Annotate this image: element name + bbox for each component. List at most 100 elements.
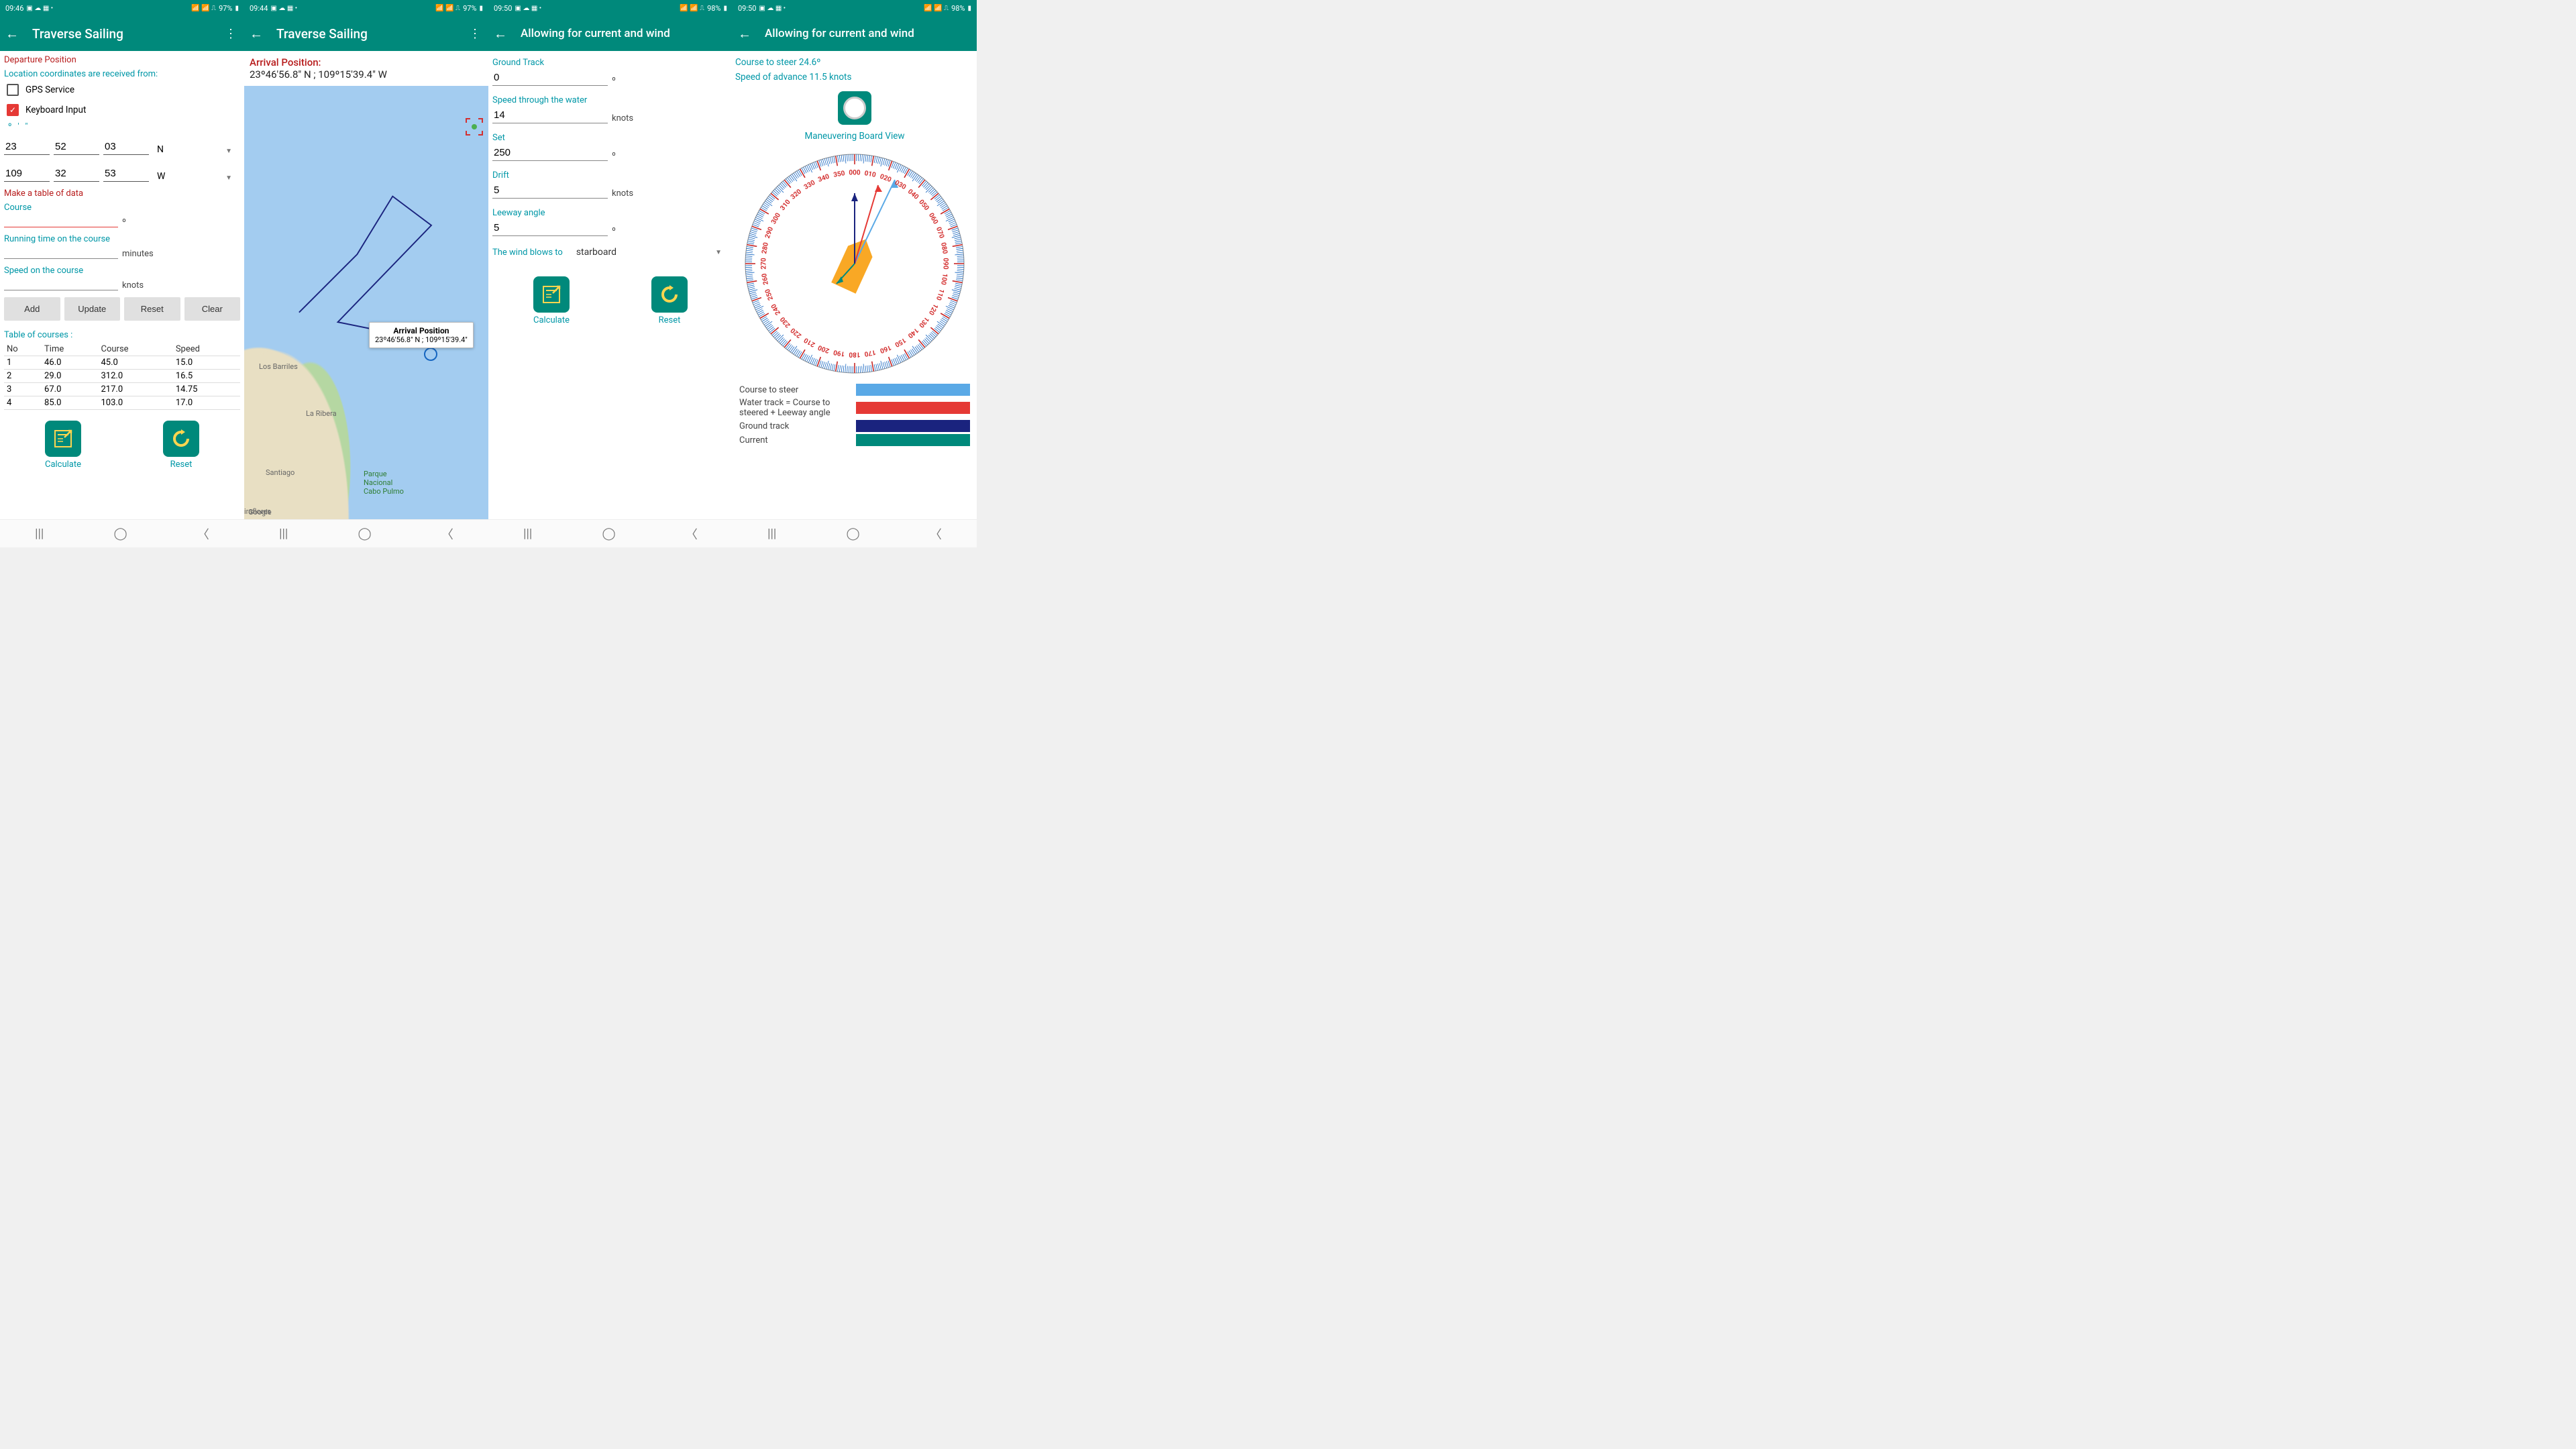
lat-min-input[interactable]	[54, 139, 99, 155]
gps-label: GPS Service	[25, 85, 74, 95]
lon-dir-dropdown[interactable]: ▼	[225, 174, 232, 182]
lat-sec-input[interactable]	[103, 139, 149, 155]
set-input[interactable]	[492, 145, 608, 161]
speed-input[interactable]	[4, 276, 118, 290]
nav-back[interactable]: 〈	[686, 525, 698, 543]
app-title: Traverse Sailing	[24, 26, 223, 42]
nav-recents[interactable]: |||	[523, 527, 532, 541]
map[interactable]: Los Barriles La Ribera Santiago Parque N…	[244, 86, 488, 519]
back-button[interactable]: ←	[738, 25, 757, 42]
legend-ground: Ground track	[739, 421, 856, 431]
latitude-row: N ▼	[4, 139, 240, 155]
stw-label: Speed through the water	[492, 95, 729, 105]
table-row[interactable]: 485.0103.017.0	[4, 396, 240, 410]
clear-button[interactable]: Clear	[184, 297, 241, 321]
lon-deg-input[interactable]	[4, 166, 50, 182]
calculate-button[interactable]: Calculate	[533, 276, 570, 325]
status-time: 09:46	[5, 4, 23, 13]
google-logo: Google	[248, 508, 272, 517]
reset-action-button[interactable]: Reset	[163, 421, 199, 470]
nav-recents[interactable]: |||	[767, 527, 776, 541]
add-button[interactable]: Add	[4, 297, 60, 321]
legend-bar-water	[856, 402, 970, 414]
arrival-marker[interactable]	[424, 347, 437, 361]
reset-icon	[163, 421, 199, 457]
screen-current-wind-result: 09:50▣ ☁ ▦ • 📶 📶 ⎍98%▮ ← Allowing for cu…	[733, 0, 977, 547]
deg-unit: º	[612, 76, 616, 86]
stw-input[interactable]	[492, 107, 608, 123]
back-button[interactable]: ←	[494, 25, 513, 42]
gps-checkbox-row[interactable]: GPS Service	[4, 80, 240, 100]
gps-checkbox[interactable]	[7, 84, 19, 96]
deg-unit: º	[612, 151, 616, 161]
leeway-input[interactable]	[492, 220, 608, 236]
knots-unit: knots	[612, 189, 633, 199]
more-menu-icon[interactable]: ⋮	[223, 27, 239, 41]
reset-button[interactable]: Reset	[124, 297, 180, 321]
make-table-heading: Make a table of data	[4, 189, 240, 199]
lat-deg-input[interactable]	[4, 139, 50, 155]
nav-back[interactable]: 〈	[197, 525, 209, 543]
compass-icon	[843, 97, 866, 119]
lon-sec-input[interactable]	[103, 166, 149, 182]
app-bar: ← Allowing for current and wind	[488, 16, 733, 51]
drift-input[interactable]	[492, 182, 608, 199]
runtime-label: Running time on the course	[4, 234, 240, 244]
screen-traverse-form: 09:46▣ ☁ ▦ • 📶 📶 ⎍97%▮ ← Traverse Sailin…	[0, 0, 244, 547]
app-bar: ← Traverse Sailing ⋮	[0, 16, 244, 51]
recenter-icon[interactable]	[466, 118, 483, 136]
ground-track-input[interactable]	[492, 70, 608, 86]
status-time: 09:50	[738, 4, 756, 13]
keyboard-checkbox[interactable]: ✓	[7, 104, 19, 116]
dms-toggle[interactable]: º ' "	[4, 120, 240, 135]
nav-home[interactable]: ◯	[602, 527, 616, 541]
compass-rose[interactable]: 0000100200300400500600700800901001101201…	[744, 153, 965, 374]
course-unit: º	[122, 217, 126, 227]
lon-dir: W	[153, 171, 177, 182]
nav-back[interactable]: 〈	[930, 525, 942, 543]
nav-home[interactable]: ◯	[114, 527, 127, 541]
legend-bar-current	[856, 434, 970, 446]
nav-recents[interactable]: |||	[35, 527, 44, 541]
reset-action-button[interactable]: Reset	[651, 276, 688, 325]
col-no: No	[4, 343, 42, 356]
nav-back[interactable]: 〈	[441, 525, 453, 543]
app-title: Allowing for current and wind	[513, 27, 727, 40]
maneuvering-board-button[interactable]	[838, 91, 871, 125]
calculate-button[interactable]: Calculate	[45, 421, 81, 470]
update-button[interactable]: Update	[64, 297, 121, 321]
table-row[interactable]: 146.045.015.0	[4, 356, 240, 370]
wind-select[interactable]: starboard ▼	[576, 247, 729, 258]
arrival-coords: 23º46'56.8" N ; 109º15'39.4" W	[250, 68, 483, 80]
status-battery: 98%	[951, 4, 965, 13]
table-row[interactable]: 229.0312.016.5	[4, 370, 240, 383]
calculator-icon	[533, 276, 570, 313]
nav-home[interactable]: ◯	[358, 527, 372, 541]
place-label: La Ribera	[306, 409, 337, 418]
lat-dir-dropdown[interactable]: ▼	[225, 148, 232, 155]
status-battery: 98%	[707, 4, 720, 13]
app-bar: ← Allowing for current and wind	[733, 16, 977, 51]
reset-icon	[651, 276, 688, 313]
table-row[interactable]: 367.0217.014.75	[4, 383, 240, 396]
course-input[interactable]	[4, 213, 118, 227]
more-menu-icon[interactable]: ⋮	[467, 27, 483, 41]
legend: Course to steer Water track = Course to …	[735, 381, 974, 453]
speed-label: Speed on the course	[4, 266, 240, 276]
speed-unit: knots	[122, 280, 144, 290]
nav-recents[interactable]: |||	[279, 527, 288, 541]
lat-dir: N	[153, 144, 177, 155]
legend-course: Course to steer	[739, 385, 856, 395]
runtime-input[interactable]	[4, 245, 118, 259]
col-time: Time	[42, 343, 98, 356]
app-bar: ← Traverse Sailing ⋮	[244, 16, 488, 51]
arrival-callout[interactable]: Arrival Position 23º46'56.8" N ; 109º15'…	[369, 322, 474, 348]
wind-label: The wind blows to	[492, 248, 563, 258]
back-button[interactable]: ←	[5, 25, 24, 42]
nav-home[interactable]: ◯	[847, 527, 860, 541]
callout-title: Arrival Position	[375, 326, 468, 335]
nav-bar: ||| ◯ 〈	[0, 519, 244, 547]
lon-min-input[interactable]	[54, 166, 99, 182]
back-button[interactable]: ←	[250, 25, 268, 42]
keyboard-checkbox-row[interactable]: ✓ Keyboard Input	[4, 100, 240, 120]
